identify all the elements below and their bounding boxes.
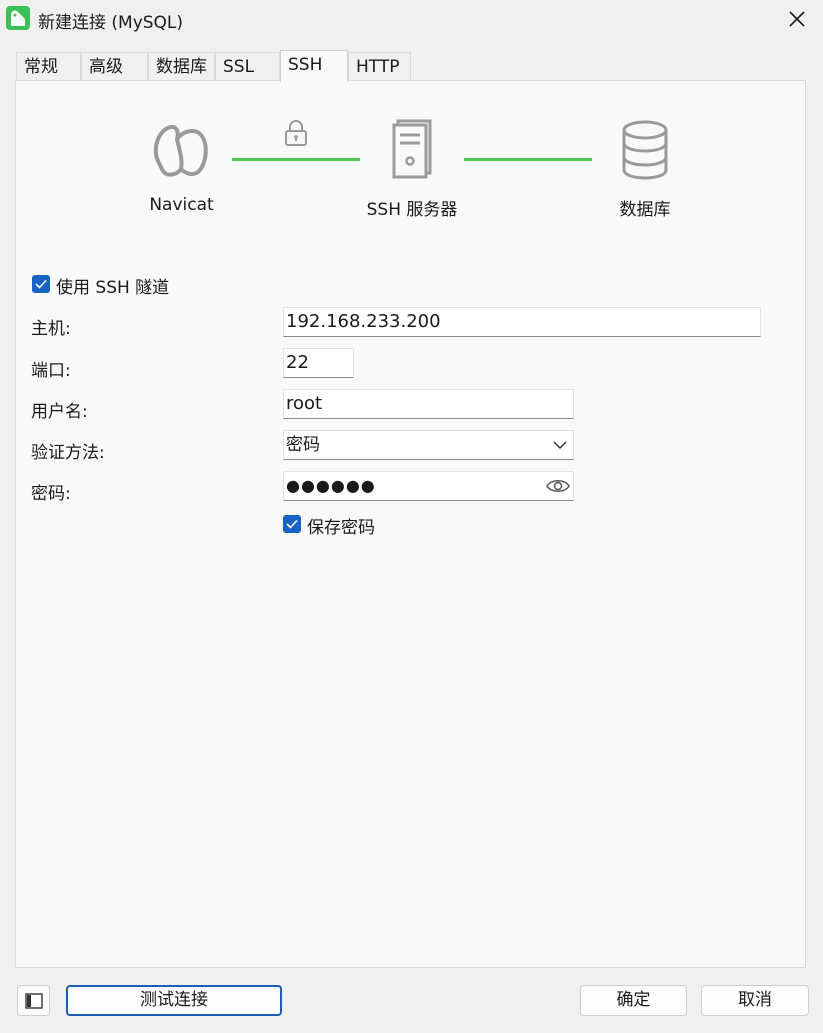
lock-icon [285, 119, 307, 146]
username-input[interactable]: root [283, 389, 574, 419]
auth-method-select[interactable]: 密码 [283, 430, 574, 460]
port-label: 端口: [31, 361, 71, 381]
password-input[interactable]: ●●●●●● [283, 471, 574, 501]
ssh-server-label: SSH 服务器 [366, 200, 458, 220]
navicat-app-icon [6, 6, 30, 30]
password-label: 密码: [31, 484, 71, 504]
tab-http[interactable]: HTTP [348, 52, 411, 81]
panel-toggle-icon [25, 993, 43, 1009]
auth-method-label: 验证方法: [31, 443, 105, 463]
show-password-eye-icon[interactable] [545, 476, 571, 496]
ssh-settings-panel: Navicat SSH 服务器 数据库 [15, 80, 806, 968]
database-icon [622, 120, 668, 180]
navicat-icon [153, 124, 208, 177]
tab-advanced[interactable]: 高级 [81, 52, 148, 81]
host-input[interactable]: 192.168.233.200 [283, 307, 761, 337]
tab-database[interactable]: 数据库 [148, 52, 215, 81]
close-button[interactable] [780, 4, 812, 34]
chevron-down-icon [553, 441, 567, 450]
checkmark-icon [35, 279, 47, 289]
cancel-button[interactable]: 取消 [701, 985, 809, 1016]
test-connection-button[interactable]: 测试连接 [66, 985, 282, 1016]
use-ssh-tunnel-label: 使用 SSH 隧道 [56, 278, 170, 298]
auth-method-value: 密码 [286, 435, 320, 455]
use-ssh-tunnel-checkbox[interactable] [32, 275, 50, 293]
host-label: 主机: [31, 319, 71, 339]
connection-line-left [232, 158, 360, 161]
save-password-label: 保存密码 [307, 518, 375, 538]
tab-ssh[interactable]: SSH [280, 50, 348, 82]
window-title: 新建连接 (MySQL) [38, 13, 184, 33]
password-value: ●●●●●● [286, 476, 376, 495]
tab-general[interactable]: 常规 [16, 52, 81, 81]
ssh-server-icon [392, 119, 432, 179]
port-input[interactable]: 22 [283, 348, 354, 378]
save-password-checkbox[interactable] [283, 515, 301, 533]
connection-line-right [464, 158, 592, 161]
title-bar: 新建连接 (MySQL) [0, 0, 823, 38]
navicat-label: Navicat [149, 195, 214, 215]
close-icon [789, 11, 805, 27]
username-label: 用户名: [31, 402, 88, 422]
tab-ssl[interactable]: SSL [215, 52, 280, 81]
toggle-sidebar-button[interactable] [17, 985, 50, 1016]
ok-button[interactable]: 确定 [580, 985, 687, 1016]
database-label: 数据库 [619, 200, 671, 220]
tab-bar: 常规 高级 数据库 SSL SSH HTTP [16, 50, 416, 82]
checkmark-icon [286, 519, 298, 529]
dialog-window: 新建连接 (MySQL) 常规 高级 数据库 SSL SSH HTTP Navi… [0, 0, 823, 1033]
